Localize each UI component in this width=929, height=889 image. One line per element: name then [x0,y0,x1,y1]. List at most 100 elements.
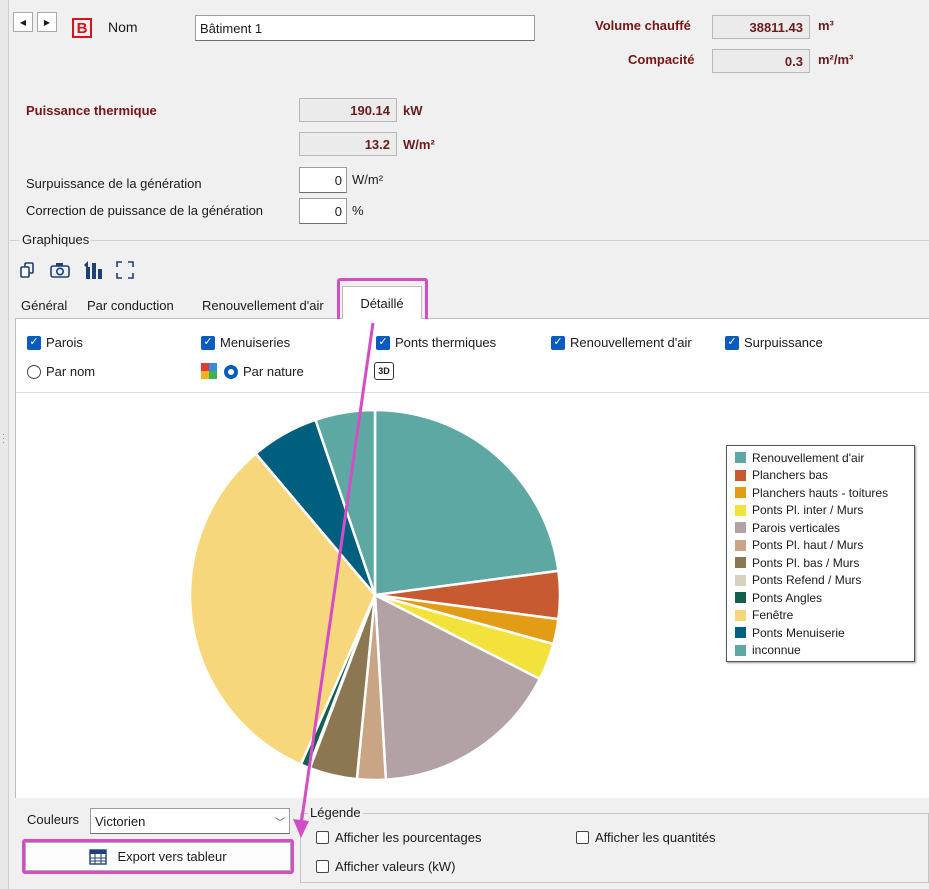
cb-surpuissance[interactable]: ✓ Surpuissance [725,335,823,350]
radio-selected-icon [224,364,238,379]
correction-input[interactable]: 0 [299,198,347,224]
correction-unit: % [352,203,364,218]
legend-label: inconnue [752,643,801,658]
legend-item: Renouvellement d'air [735,449,914,467]
cb-afficher-valeurs[interactable]: Afficher valeurs (kW) [316,859,455,874]
legend-swatch [735,522,746,534]
couleurs-select[interactable]: Victorien ﹀ [90,808,290,834]
tab-general[interactable]: Général [15,292,73,318]
legend-label: Ponts Pl. bas / Murs [752,555,860,570]
checkbox-checked-icon: ✓ [27,335,41,350]
cb-afficher-quantites[interactable]: Afficher les quantités [576,830,715,845]
volume-value: 38811.43 [712,15,810,39]
legend-item: Ponts Refend / Murs [735,572,914,590]
radio-par-nature[interactable]: Par nature [224,364,304,379]
legend-label: Planchers bas [752,468,829,483]
cb-menuiseries[interactable]: ✓ Menuiseries [201,335,290,350]
legend-swatch [735,504,746,516]
checkbox-unchecked-icon [316,831,329,844]
legend-swatch [735,452,746,464]
nom-label: Nom [108,19,138,35]
legend-item: Ponts Pl. haut / Murs [735,537,914,555]
legend-swatch [735,539,746,551]
checkbox-checked-icon: ✓ [376,335,390,350]
legend-label: Ponts Pl. inter / Murs [752,503,864,518]
puissance-wm2-unit: W/m² [403,137,435,152]
surpuissance-input[interactable]: 0 [299,167,347,193]
puissance-wm2-value: 13.2 [299,132,397,156]
checkbox-unchecked-icon [576,831,589,844]
legend-swatch [735,609,746,621]
legend-label: Renouvellement d'air [752,450,865,465]
left-splitter[interactable]: · · · [0,0,9,889]
options-divider [16,392,929,393]
radio-unselected-icon [27,364,41,379]
legend-label: Parois verticales [752,520,841,535]
puissance-label: Puissance thermique [26,103,157,118]
bar-chart-icon[interactable] [82,259,104,281]
checkbox-checked-icon: ✓ [201,335,215,350]
legende-label: Légende [308,805,363,820]
legend-label: Ponts Menuiserie [752,625,845,640]
graphiques-label: Graphiques [20,232,92,247]
export-highlight [22,839,294,874]
legend-swatch [735,592,746,604]
checkbox-checked-icon: ✓ [725,335,739,350]
camera-icon[interactable] [49,260,71,280]
legend-item: inconnue [735,642,914,660]
correction-label: Correction de puissance de la génération [26,203,264,218]
pie-slice-0 [373,408,560,597]
surpuissance-unit: W/m² [352,172,384,187]
volume-unit: m³ [818,18,834,33]
tab-renouvellement-air[interactable]: Renouvellement d'air [196,292,341,318]
view-3d-button[interactable]: 3D [374,362,394,380]
splitter-grip-icon: · · · [2,429,5,447]
checkbox-unchecked-icon [316,860,329,873]
legend-label: Planchers hauts - toitures [752,485,889,500]
legend-label: Ponts Angles [752,590,823,605]
legend-item: Fenêtre [735,607,914,625]
puissance-kw-unit: kW [403,103,423,118]
compacite-label: Compacité [628,52,695,67]
pie-chart [188,408,562,782]
chevron-down-icon: ﹀ [275,817,285,829]
volume-label: Volume chauffé [595,18,691,33]
radio-par-nom[interactable]: Par nom [27,364,95,379]
cb-renouvellement-air[interactable]: ✓ Renouvellement d'air [551,335,692,350]
copy-icon[interactable] [18,260,38,280]
fullscreen-icon[interactable] [114,259,136,281]
legend-swatch [735,644,746,656]
legend-swatch [735,469,746,481]
couleurs-label: Couleurs [27,812,80,827]
cb-parois[interactable]: ✓ Parois [27,335,83,350]
legend-swatch [735,487,746,499]
legend-item: Ponts Pl. inter / Murs [735,502,914,520]
previous-button[interactable]: ◀ [13,12,33,32]
puissance-kw-value: 190.14 [299,98,397,122]
detaille-highlight [337,278,428,323]
legend-item: Ponts Menuiserie [735,624,914,642]
color-palette-icon[interactable] [201,363,217,379]
checkbox-checked-icon: ✓ [551,335,565,350]
legend-item: Parois verticales [735,519,914,537]
legend-item: Planchers bas [735,467,914,485]
legend-label: Ponts Refend / Murs [752,573,862,588]
cb-ponts-thermiques[interactable]: ✓ Ponts thermiques [376,335,496,350]
compacite-unit: m²/m³ [818,52,854,67]
legend-item: Planchers hauts - toitures [735,484,914,502]
nom-input[interactable]: Bâtiment 1 [195,15,535,41]
legend-item: Ponts Angles [735,589,914,607]
nom-input-value: Bâtiment 1 [200,20,263,36]
chart-legend: Renouvellement d'air Planchers bas Planche… [726,445,915,662]
legend-swatch [735,557,746,569]
batiment-logo-icon: B [72,18,92,38]
legend-label: Ponts Pl. haut / Murs [752,538,864,553]
compacite-value: 0.3 [712,49,810,73]
legend-swatch [735,627,746,639]
legend-label: Fenêtre [752,608,794,623]
tab-par-conduction[interactable]: Par conduction [81,292,180,318]
surpuissance-label: Surpuissance de la génération [26,176,202,191]
legend-swatch [735,574,746,586]
next-button[interactable]: ▶ [37,12,57,32]
cb-afficher-pourcentages[interactable]: Afficher les pourcentages [316,830,481,845]
